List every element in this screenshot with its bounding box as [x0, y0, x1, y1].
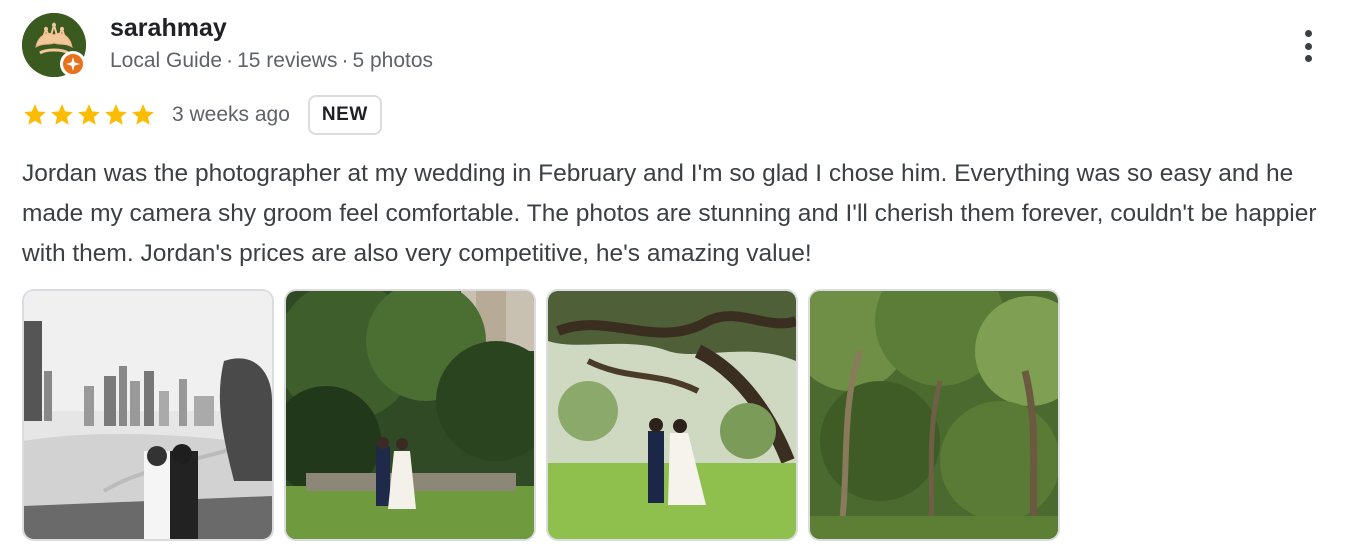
- review-photo[interactable]: [546, 289, 798, 541]
- review-text: Jordan was the photographer at my weddin…: [22, 160, 1317, 267]
- local-guide-star-icon: [60, 51, 86, 77]
- star-icon: [24, 104, 46, 125]
- star-icon: [78, 104, 100, 125]
- star-rating: [22, 102, 156, 128]
- reviewer-meta: Local Guide · 15 reviews · 5 photos: [110, 49, 433, 73]
- star-icon: [105, 104, 127, 125]
- review-time: 3 weeks ago: [172, 103, 290, 126]
- new-badge: NEW: [307, 95, 382, 135]
- meta-separator: ·: [226, 49, 234, 72]
- reviewer-name[interactable]: sarahmay: [110, 14, 227, 43]
- photo-count: 5 photos: [352, 49, 434, 72]
- meta-separator: ·: [341, 49, 349, 72]
- more-vert-icon[interactable]: [1294, 26, 1322, 66]
- review-photo[interactable]: [808, 289, 1060, 541]
- review-photo[interactable]: [284, 289, 536, 541]
- review-photo[interactable]: [22, 289, 274, 541]
- reviewer-role: Local Guide: [110, 49, 223, 72]
- avatar[interactable]: [22, 13, 86, 77]
- rating-row: 3 weeks ago NEW: [22, 94, 382, 136]
- review-photos: [22, 289, 1060, 541]
- star-icon: [51, 104, 73, 125]
- star-icon: [132, 104, 154, 125]
- review-count: 15 reviews: [237, 49, 338, 72]
